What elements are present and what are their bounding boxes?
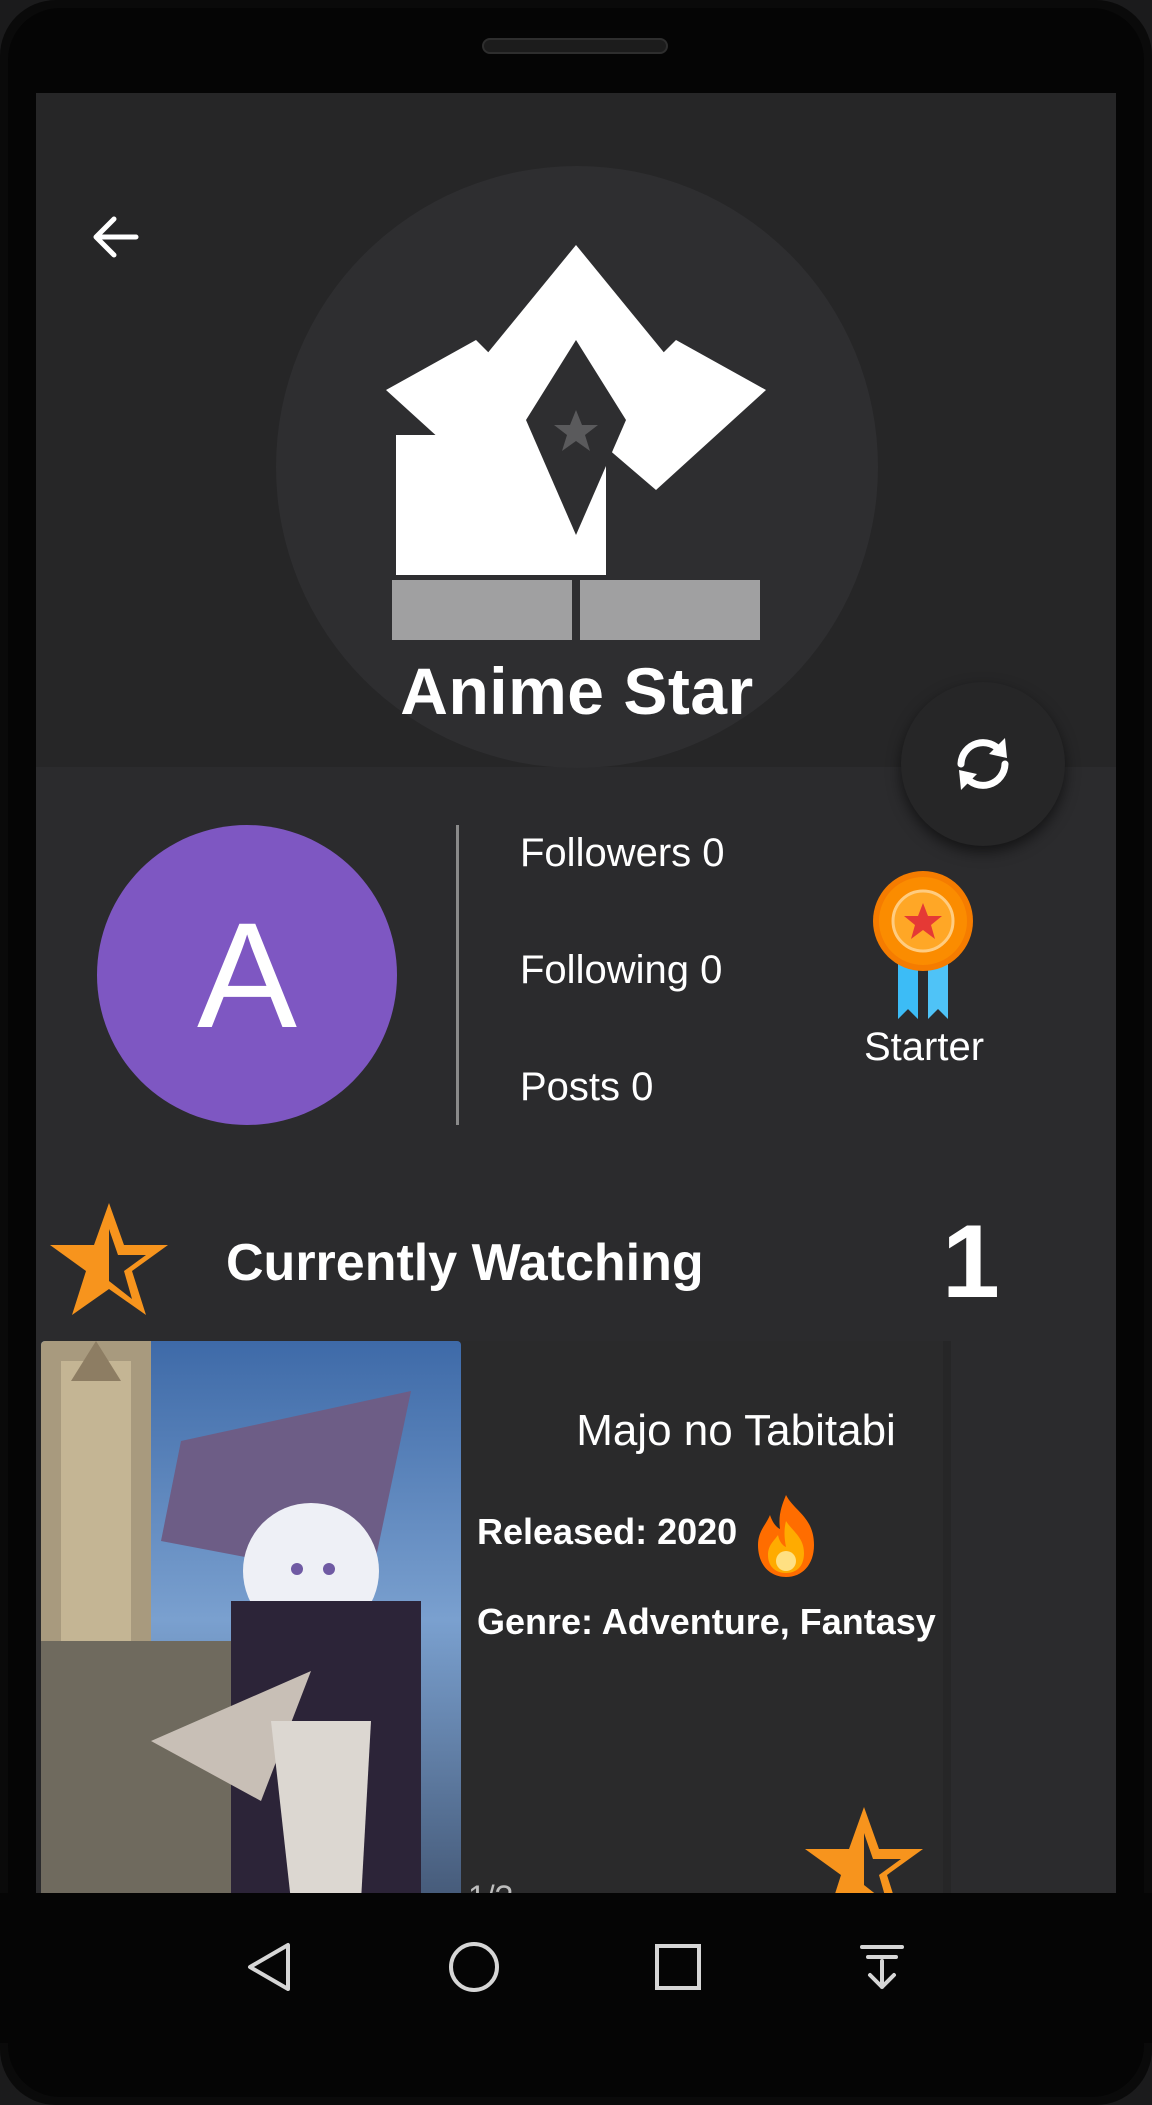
badge-label: Starter (863, 1025, 985, 1069)
square-recents-icon (655, 1944, 701, 1990)
app-screen: Anime Star A Followers 0 Following 0 Pos… (36, 93, 1116, 1893)
refresh-button[interactable] (901, 682, 1065, 846)
anime-released: Released: 2020 (477, 1511, 738, 1552)
half-star-icon (50, 1203, 168, 1315)
anime-genre: Genre: Adventure, Fantasy (477, 1601, 936, 1642)
fire-icon (758, 1495, 814, 1577)
posts-count[interactable]: Posts 0 (520, 1065, 653, 1110)
app-title: Anime Star (400, 654, 754, 728)
rate-star-button[interactable] (800, 1803, 928, 1893)
anime-title[interactable]: Majo no Tabitabi (456, 1406, 1016, 1456)
triangle-back-icon (248, 1943, 290, 1991)
device-frame: Anime Star A Followers 0 Following 0 Pos… (0, 0, 1152, 2105)
nav-recents-button[interactable] (638, 1927, 718, 2007)
following-count[interactable]: Following 0 (520, 948, 722, 993)
anime-cover-image[interactable] (41, 1341, 461, 1893)
section-title: Currently Watching (226, 1234, 704, 1292)
system-navigation-bar (0, 1893, 1152, 2043)
watching-count: 1 (942, 1204, 1000, 1320)
medal-ribbon-icon (873, 871, 973, 1019)
anime-star-logo-icon (386, 245, 766, 640)
nav-home-button[interactable] (434, 1927, 514, 2007)
back-button[interactable] (84, 205, 148, 269)
stats-divider (456, 825, 459, 1125)
profile-header: Anime Star (36, 93, 1116, 768)
speaker-grille (482, 38, 668, 54)
nav-notifications-button[interactable] (842, 1927, 922, 2007)
pull-down-icon (860, 1945, 904, 1989)
followers-count[interactable]: Followers 0 (520, 831, 725, 876)
refresh-icon (957, 738, 1009, 790)
circle-home-icon (449, 1942, 499, 1992)
episode-progress: 1/? (468, 1879, 512, 1893)
avatar[interactable]: A (97, 825, 397, 1125)
arrow-left-icon (93, 216, 139, 258)
nav-back-button[interactable] (230, 1927, 310, 2007)
